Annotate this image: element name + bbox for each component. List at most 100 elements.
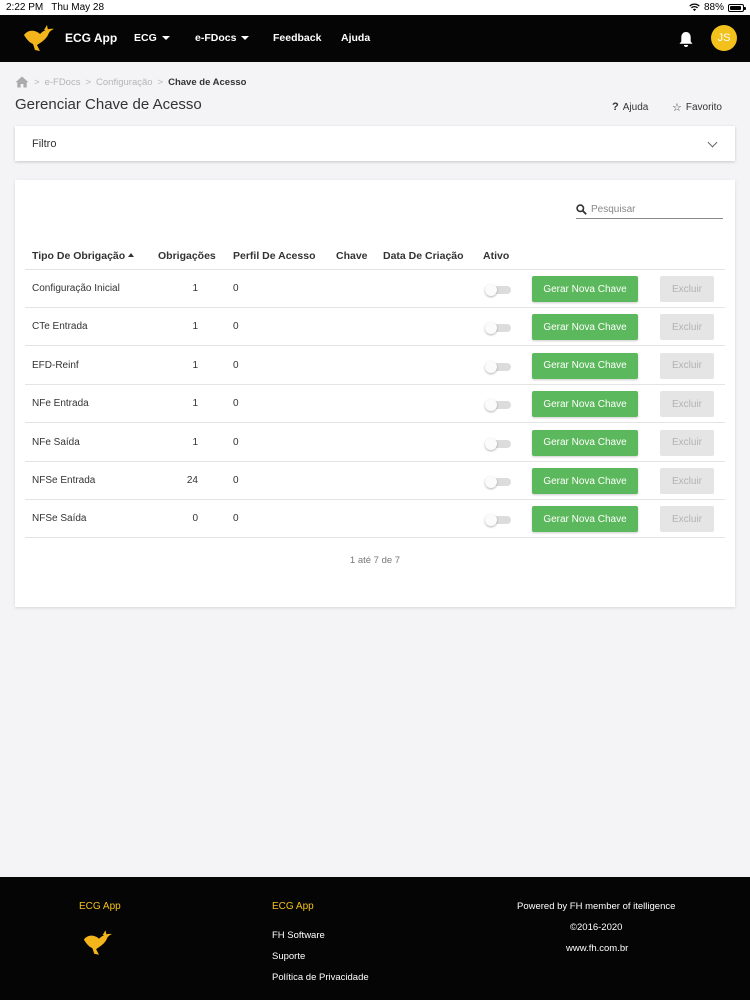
ativo-toggle[interactable] <box>485 284 511 296</box>
footer-link-fh-software[interactable]: FH Software <box>272 930 325 941</box>
nav-efdocs[interactable]: e-FDocs <box>195 32 250 44</box>
battery-icon <box>728 3 746 12</box>
star-icon: ☆ <box>672 102 682 114</box>
help-button[interactable]: ? Ajuda <box>612 101 648 113</box>
toggle-knob <box>485 514 497 527</box>
pagination-info: 1 até 7 de 7 <box>349 555 401 566</box>
generate-key-button[interactable]: Gerar Nova Chave <box>532 506 638 533</box>
delete-button[interactable]: Excluir <box>660 314 714 341</box>
cell-perfil: 0 <box>233 321 239 333</box>
table-row: NFe Saída 1 0 Gerar Nova Chave Excluir <box>25 424 725 462</box>
page-title: Gerenciar Chave de Acesso <box>15 96 202 113</box>
cell-obrigacoes: 1 <box>192 398 198 410</box>
generate-key-button[interactable]: Gerar Nova Chave <box>532 276 638 302</box>
search-icon <box>576 203 587 215</box>
breadcrumb-current: Chave de Acesso <box>168 76 247 88</box>
favorite-label: Favorito <box>685 102 722 113</box>
status-date: Thu May 28 <box>51 2 105 13</box>
ativo-toggle[interactable] <box>485 476 511 488</box>
sort-ascending-icon <box>128 253 135 258</box>
status-right: 88% <box>689 2 746 13</box>
nav-ecg-label: ECG <box>134 32 157 44</box>
question-icon: ? <box>612 101 619 113</box>
cell-tipo: NFSe Saída <box>32 513 87 525</box>
generate-key-button[interactable]: Gerar Nova Chave <box>532 352 638 379</box>
ativo-toggle[interactable] <box>485 399 511 412</box>
toggle-knob <box>485 322 497 335</box>
footer-copyright: ©2016-2020 <box>570 922 623 933</box>
ativo-toggle[interactable] <box>485 322 511 335</box>
cell-obrigacoes: 1 <box>192 436 198 448</box>
table-row: CTe Entrada 1 0 Gerar Nova Chave Excluir <box>25 308 725 347</box>
cell-tipo: NFSe Entrada <box>32 475 96 486</box>
generate-key-button[interactable]: Gerar Nova Chave <box>532 429 638 456</box>
column-header-data[interactable]: Data De Criação <box>383 250 464 262</box>
column-header-obrigacoes[interactable]: Obrigações <box>158 250 216 262</box>
status-bar: 2:22 PM Thu May 28 88% <box>0 0 750 15</box>
column-header-tipo[interactable]: Tipo De Obrigação <box>32 250 135 262</box>
home-icon[interactable] <box>15 76 29 88</box>
cell-perfil: 0 <box>233 359 239 371</box>
table-row: NFSe Entrada 24 0 Gerar Nova Chave Excluir <box>25 462 725 500</box>
table-row: NFSe Saída 0 0 Gerar Nova Chave Excluir <box>25 500 725 539</box>
toggle-knob <box>485 284 497 296</box>
nav-feedback-label: Feedback <box>273 32 322 44</box>
app-logo-icon[interactable] <box>22 24 56 52</box>
top-nav: ECG App ECG e-FDocs Feedback Ajuda JS <box>0 15 750 62</box>
ativo-toggle[interactable] <box>485 437 511 450</box>
chevron-down-icon[interactable] <box>707 137 718 147</box>
generate-key-button[interactable]: Gerar Nova Chave <box>532 314 638 341</box>
footer-link-privacidade[interactable]: Política de Privacidade <box>272 972 369 983</box>
caret-down-icon <box>241 36 250 40</box>
avatar[interactable]: JS <box>711 25 737 51</box>
footer-powered: Powered by FH member of itelligence <box>517 901 676 912</box>
delete-button[interactable]: Excluir <box>660 352 714 379</box>
column-header-perfil[interactable]: Perfil De Acesso <box>233 250 315 262</box>
cell-tipo: NFe Saída <box>32 436 80 448</box>
delete-button[interactable]: Excluir <box>660 429 714 456</box>
column-header-ativo[interactable]: Ativo <box>483 250 509 262</box>
cell-perfil: 0 <box>233 283 239 294</box>
toggle-knob <box>485 476 497 488</box>
cell-perfil: 0 <box>233 513 239 525</box>
generate-key-button[interactable]: Gerar Nova Chave <box>532 468 638 494</box>
footer-link-suporte[interactable]: Suporte <box>272 951 305 962</box>
ativo-toggle[interactable] <box>485 360 511 373</box>
bell-icon[interactable] <box>678 31 694 48</box>
footer-logo-icon <box>83 930 113 955</box>
nav-feedback[interactable]: Feedback <box>273 32 321 44</box>
delete-button[interactable]: Excluir <box>660 276 714 302</box>
search-box[interactable] <box>576 200 723 219</box>
cell-tipo: CTe Entrada <box>32 321 88 333</box>
cell-perfil: 0 <box>233 475 239 486</box>
cell-tipo: EFD-Reinf <box>32 359 79 371</box>
breadcrumb: > e-FDocs > Configuração > Chave de Aces… <box>15 76 246 88</box>
breadcrumb-item-configuracao[interactable]: Configuração <box>96 77 153 88</box>
delete-button[interactable]: Excluir <box>660 506 714 533</box>
nav-ajuda[interactable]: Ajuda <box>341 32 370 44</box>
toggle-knob <box>485 437 497 450</box>
nav-efdocs-label: e-FDocs <box>195 32 237 44</box>
nav-ajuda-label: Ajuda <box>341 32 371 44</box>
delete-button[interactable]: Excluir <box>660 391 714 418</box>
cell-obrigacoes: 1 <box>192 359 198 371</box>
favorite-button[interactable]: ☆ Favorito <box>672 101 722 114</box>
delete-button[interactable]: Excluir <box>660 468 714 494</box>
app-title[interactable]: ECG App <box>65 31 117 45</box>
nav-ecg[interactable]: ECG <box>134 32 170 44</box>
toggle-knob <box>485 360 497 373</box>
footer-website[interactable]: www.fh.com.br <box>566 943 628 954</box>
filter-panel[interactable]: Filtro <box>15 126 735 161</box>
breadcrumb-item-efdocs[interactable]: e-FDocs <box>45 77 81 88</box>
help-label: Ajuda <box>622 101 649 113</box>
table-row: EFD-Reinf 1 0 Gerar Nova Chave Excluir <box>25 347 725 385</box>
battery-percent: 88% <box>703 2 724 13</box>
breadcrumb-separator: > <box>34 76 40 88</box>
status-time: 2:22 PM <box>6 2 44 13</box>
search-input[interactable] <box>591 203 711 215</box>
cell-obrigacoes: 0 <box>192 513 198 525</box>
ativo-toggle[interactable] <box>485 514 511 527</box>
wifi-icon <box>689 3 700 12</box>
generate-key-button[interactable]: Gerar Nova Chave <box>532 391 638 418</box>
column-header-chave[interactable]: Chave <box>336 250 368 262</box>
